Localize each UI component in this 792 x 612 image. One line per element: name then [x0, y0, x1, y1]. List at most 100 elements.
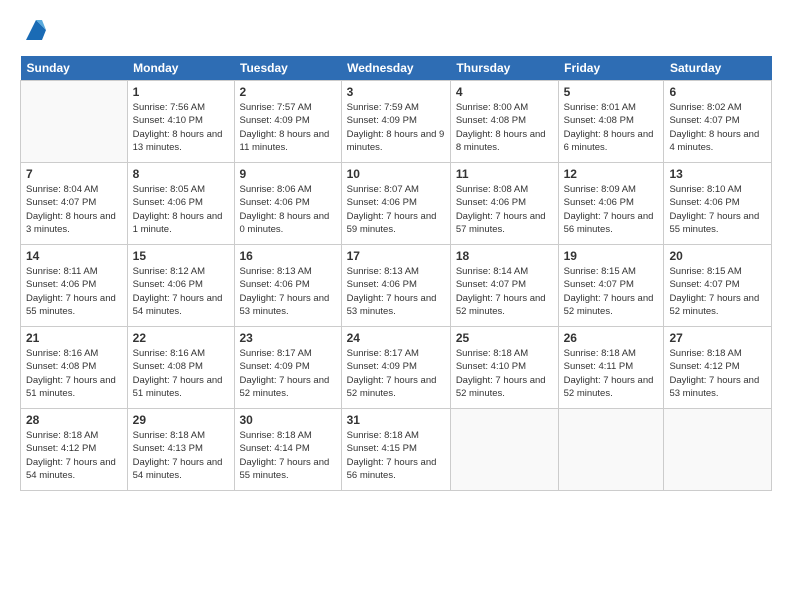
daylight: Daylight: 7 hours and 52 minutes.	[456, 375, 546, 399]
sunset: Sunset: 4:10 PM	[133, 115, 203, 126]
calendar-day-cell: 16 Sunrise: 8:13 AMSunset: 4:06 PMDayligh…	[234, 245, 341, 327]
day-info: Sunrise: 8:11 AM Sunset: 4:06 PM Daylight:…	[26, 265, 122, 318]
calendar-day-cell: 18Sunrise: 8:14 AMSunset: 4:07 PMDayligh…	[450, 245, 558, 327]
sunrise: Sunrise: 8:18 AM	[133, 430, 205, 441]
header	[20, 16, 772, 44]
day-info: Sunrise: 8:07 AM Sunset: 4:06 PM Daylight:…	[347, 183, 445, 236]
sunset: Sunset: 4:06 PM	[347, 197, 417, 208]
calendar-day-header: Monday	[127, 56, 234, 81]
daylight: Daylight: 7 hours and 54 minutes.	[133, 293, 223, 317]
calendar-day-cell: 29Sunrise: 8:18 AMSunset: 4:13 PMDayligh…	[127, 409, 234, 491]
daylight: Daylight: 7 hours and 52 minutes.	[240, 375, 330, 399]
calendar-day-cell: 17Sunrise: 8:13 AMSunset: 4:06 PMDayligh…	[341, 245, 450, 327]
daylight: Daylight: 7 hours and 52 minutes.	[564, 375, 654, 399]
sunset: Sunset: 4:06 PM	[456, 197, 526, 208]
sunset: Sunset: 4:06 PM	[669, 197, 739, 208]
day-number: 16	[240, 249, 336, 263]
calendar-day-cell: 11Sunrise: 8:08 AMSunset: 4:06 PMDayligh…	[450, 163, 558, 245]
page: SundayMondayTuesdayWednesdayThursdayFrid…	[0, 0, 792, 612]
day-number: 13	[669, 167, 766, 181]
day-info: Sunrise: 7:59 AMSunset: 4:09 PMDaylight:…	[347, 101, 445, 154]
daylight: Daylight: 8 hours and 8 minutes.	[456, 129, 546, 153]
sunset: Sunset: 4:09 PM	[347, 115, 417, 126]
daylight: Daylight: 7 hours and 56 minutes.	[564, 211, 654, 235]
day-number: 12	[564, 167, 659, 181]
sunset: Sunset: 4:07 PM	[26, 197, 96, 208]
daylight: Daylight: 7 hours and 59 minutes.	[347, 211, 437, 235]
day-number: 30	[240, 413, 336, 427]
calendar-day-cell: 10 Sunrise: 8:07 AM Sunset: 4:06 PM Dayligh…	[341, 163, 450, 245]
calendar-day-header: Friday	[558, 56, 664, 81]
daylight: Daylight: 7 hours and 51 minutes.	[133, 375, 223, 399]
day-info: Sunrise: 8:01 AMSunset: 4:08 PMDaylight:…	[564, 101, 659, 154]
sunrise: Sunrise: 8:18 AM	[456, 348, 528, 359]
sunset: Sunset: 4:09 PM	[240, 361, 310, 372]
sunset: Sunset: 4:08 PM	[456, 115, 526, 126]
sunrise: Sunrise: 8:16 AM	[133, 348, 205, 359]
day-info: Sunrise: 8:14 AMSunset: 4:07 PMDaylight:…	[456, 265, 553, 318]
sunset: Sunset: 4:12 PM	[669, 361, 739, 372]
day-info: Sunrise: 8:13 AMSunset: 4:06 PMDaylight:…	[240, 265, 336, 318]
day-info: Sunrise: 7:57 AMSunset: 4:09 PMDaylight:…	[240, 101, 336, 154]
calendar-week-row: 14Sunrise: 8:11 AMSunset: 4:06 PMDayligh…	[21, 245, 772, 327]
sunset: Sunset: 4:14 PM	[240, 443, 310, 454]
daylight: Daylight: 8 hours and 1 minute.	[133, 211, 223, 235]
sunrise: Sunrise: 8:08 AM	[456, 184, 528, 195]
day-number: 10	[347, 167, 445, 181]
logo	[20, 16, 50, 44]
day-number: 26	[564, 331, 659, 345]
calendar-day-cell: 31Sunrise: 8:18 AMSunset: 4:15 PMDayligh…	[341, 409, 450, 491]
day-info: Sunrise: 8:09 AMSunset: 4:06 PMDaylight:…	[564, 183, 659, 236]
calendar-day-header: Tuesday	[234, 56, 341, 81]
sunrise: Sunrise: 7:57 AM	[240, 102, 312, 113]
sunset: Sunset: 4:06 PM	[26, 279, 96, 290]
sunset: Sunset: 4:07 PM	[564, 279, 634, 290]
day-info: Sunrise: 8:12 AMSunset: 4:06 PMDaylight:…	[133, 265, 229, 318]
sunrise: Sunrise: 8:18 AM	[669, 348, 741, 359]
calendar-day-header: Sunday	[21, 56, 128, 81]
sunset: Sunset: 4:06 PM	[564, 197, 634, 208]
calendar-day-header: Wednesday	[341, 56, 450, 81]
day-info: Sunrise: 8:15 AMSunset: 4:07 PMDaylight:…	[564, 265, 659, 318]
day-info: Sunrise: 8:16 AMSunset: 4:08 PMDaylight:…	[133, 347, 229, 400]
calendar-day-cell: 20 Sunrise: 8:15 AMSunset: 4:07 PMDayligh…	[664, 245, 772, 327]
calendar-day-cell	[558, 409, 664, 491]
calendar-day-cell: 21Sunrise: 8:16 AMSunset: 4:08 PMDayligh…	[21, 327, 128, 409]
calendar-day-cell: 23Sunrise: 8:17 AMSunset: 4:09 PMDayligh…	[234, 327, 341, 409]
day-number: 20	[669, 249, 766, 263]
calendar-day-cell: 24Sunrise: 8:17 AMSunset: 4:09 PMDayligh…	[341, 327, 450, 409]
calendar-day-cell: 7 Sunrise: 8:04 AM Sunset: 4:07 PM Daylight…	[21, 163, 128, 245]
daylight: Daylight: 7 hours and 55 minutes.	[26, 293, 116, 317]
sunrise: Sunrise: 7:56 AM	[133, 102, 205, 113]
day-info: Sunrise: 8:18 AMSunset: 4:12 PMDaylight:…	[26, 429, 122, 482]
sunrise: Sunrise: 8:07 AM	[347, 184, 419, 195]
day-info: Sunrise: 8:02 AMSunset: 4:07 PMDaylight:…	[669, 101, 766, 154]
daylight: Daylight: 8 hours and 4 minutes.	[669, 129, 759, 153]
sunrise: Sunrise: 8:04 AM	[26, 184, 98, 195]
day-info: Sunrise: 8:18 AMSunset: 4:13 PMDaylight:…	[133, 429, 229, 482]
daylight: Daylight: 7 hours and 53 minutes.	[240, 293, 330, 317]
day-number: 21	[26, 331, 122, 345]
calendar-week-row: 28Sunrise: 8:18 AMSunset: 4:12 PMDayligh…	[21, 409, 772, 491]
calendar-day-cell: 12 Sunrise: 8:09 AMSunset: 4:06 PMDayligh…	[558, 163, 664, 245]
sunrise: Sunrise: 8:10 AM	[669, 184, 741, 195]
day-number: 3	[347, 85, 445, 99]
calendar-day-cell: 26Sunrise: 8:18 AMSunset: 4:11 PMDayligh…	[558, 327, 664, 409]
sunset: Sunset: 4:07 PM	[669, 279, 739, 290]
calendar-day-header: Saturday	[664, 56, 772, 81]
sunrise: Sunrise: 8:14 AM	[456, 266, 528, 277]
sunrise: Sunrise: 8:02 AM	[669, 102, 741, 113]
day-info: Sunrise: 8:15 AMSunset: 4:07 PMDaylight:…	[669, 265, 766, 318]
daylight: Daylight: 8 hours and 3 minutes.	[26, 211, 116, 235]
day-number: 22	[133, 331, 229, 345]
day-number: 7	[26, 167, 122, 181]
day-number: 24	[347, 331, 445, 345]
logo-icon	[22, 16, 50, 44]
sunrise: Sunrise: 8:11 AM	[26, 266, 98, 277]
calendar-week-row: 21 Sunrise: 8:16 AMSunset: 4:08 PMDayligh…	[21, 327, 772, 409]
calendar-day-cell: 15 Sunrise: 8:12 AMSunset: 4:06 PMDayligh…	[127, 245, 234, 327]
sunrise: Sunrise: 8:17 AM	[240, 348, 312, 359]
day-info: Sunrise: 8:06 AMSunset: 4:06 PMDaylight:…	[240, 183, 336, 236]
daylight: Daylight: 8 hours and 11 minutes.	[240, 129, 330, 153]
day-number: 15	[133, 249, 229, 263]
